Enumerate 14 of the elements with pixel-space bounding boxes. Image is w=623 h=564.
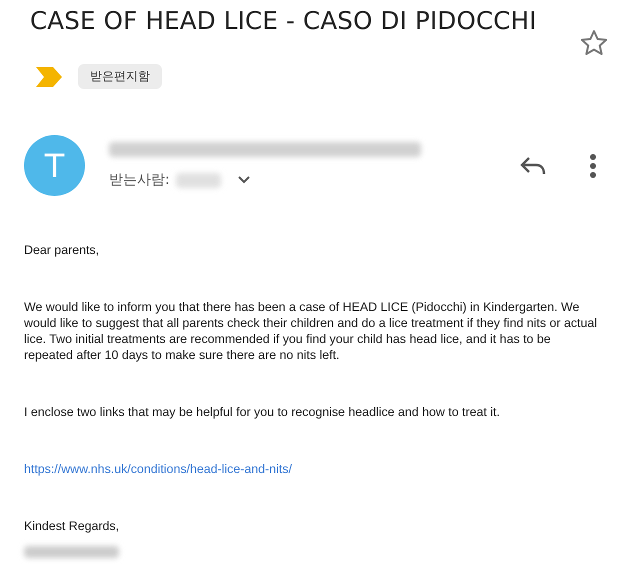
more-options-icon[interactable] <box>589 152 597 178</box>
link[interactable]: https://www.nhs.uk/conditions/head-lice-and-nits/ <box>24 462 292 476</box>
email-subject: CASE OF HEAD LICE - CASO DI PIDOCCHI <box>30 6 537 35</box>
reply-icon[interactable] <box>519 154 547 176</box>
body-paragraph: We would like to inform you that there has been a case of HEAD LICE (Pidocchi) in Kindergarten. We would like to suggest that all parents check their children and do a lice treatment if they find nits or actual lice. Two initial treatments are recommended if you find your child has head lice, and it has to be repeated after 10 days to make sure there are no nits left. <box>24 299 598 363</box>
redacted-recipient <box>176 172 221 188</box>
sender-avatar: T <box>24 135 85 196</box>
body-paragraph: Dear parents, <box>24 242 100 258</box>
recipient-label: 받는사람: <box>109 171 170 189</box>
star-icon[interactable] <box>579 28 609 58</box>
body-paragraph: Kindest Regards, <box>24 518 120 534</box>
body-paragraph: I enclose two links that may be helpful for you to recognise headlice and how to treat it. <box>24 404 501 420</box>
label-chip[interactable]: 받은편지함 <box>78 64 162 89</box>
expand-chevron-icon[interactable] <box>236 175 251 185</box>
